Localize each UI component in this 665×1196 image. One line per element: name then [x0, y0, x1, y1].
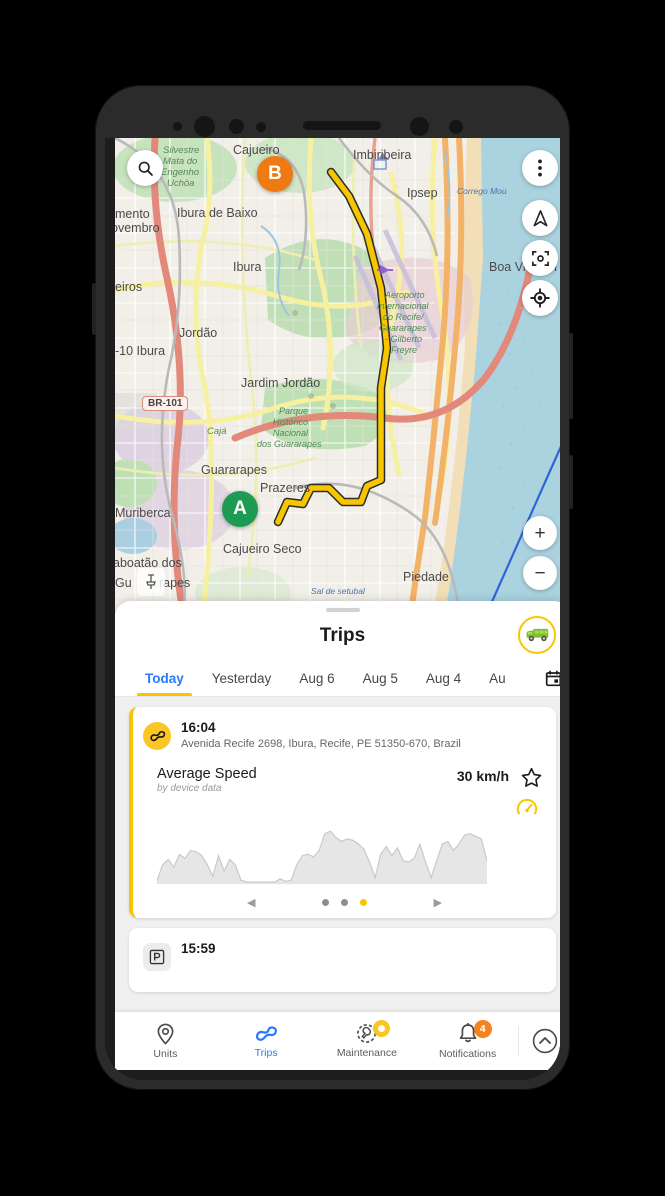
vehicle-icon — [526, 628, 549, 642]
map-zoom-out-button[interactable]: − — [523, 556, 557, 590]
favorite-star-button[interactable] — [521, 767, 542, 793]
trip-card-header: 16:04 Avenida Recife 2698, Ibura, Recife… — [133, 707, 556, 750]
carousel-prev-button[interactable]: ◀ — [243, 896, 259, 909]
notifications-badge: 4 — [473, 1020, 492, 1038]
trip-header-text: 15:59 — [181, 941, 216, 971]
trip-time: 16:04 — [181, 720, 216, 735]
metric-label-group: Average Speed by device data — [157, 766, 457, 794]
map-marker-a[interactable]: A — [222, 491, 258, 527]
phone-power-button[interactable] — [569, 455, 573, 509]
nav-label-notifications: Notifications — [439, 1047, 497, 1060]
map-locate-button[interactable] — [522, 280, 558, 316]
star-outline-icon — [521, 767, 542, 787]
tab-yesterday[interactable]: Yesterday — [198, 660, 286, 696]
calendar-icon — [545, 670, 560, 686]
earpiece-speaker — [303, 121, 381, 130]
nav-item-notifications[interactable]: 4 Notifications — [417, 1012, 518, 1070]
route-icon — [256, 1025, 278, 1041]
phone-frame: Silvestre Mata do Engenho Uchôa Cajueiro Imbi… — [92, 85, 573, 1090]
date-tabs[interactable]: Today Yesterday Aug 6 Aug 5 Aug 4 Au — [115, 660, 560, 697]
map-marker-b-label: B — [268, 163, 282, 184]
speed-chart-canvas — [156, 830, 488, 884]
tab-au[interactable]: Au — [475, 660, 520, 696]
sheet-header: Trips — [115, 612, 560, 660]
map-marker-a-label: A — [233, 498, 247, 519]
highway-shield-br101: BR-101 — [142, 396, 189, 411]
tab-today[interactable]: Today — [131, 660, 198, 696]
page-title: Trips — [319, 625, 366, 646]
location-pin-icon — [157, 1023, 174, 1045]
nav-item-maintenance[interactable]: Maintenance — [317, 1012, 418, 1070]
trip-card[interactable]: 16:04 Avenida Recife 2698, Ibura, Recife… — [129, 707, 556, 918]
phone-left-button[interactable] — [92, 283, 96, 335]
map-view[interactable]: Silvestre Mata do Engenho Uchôa Cajueiro Imbi… — [115, 138, 560, 613]
nav-item-trips[interactable]: Trips — [216, 1012, 317, 1070]
more-vertical-icon — [538, 159, 542, 177]
nav-label-maintenance: Maintenance — [336, 1047, 397, 1059]
trips-bottom-sheet[interactable]: Trips Today Yesterday Aug 6 Aug 5 Aug 4 … — [115, 601, 560, 1070]
nav-label-units: Units — [153, 1047, 178, 1060]
speedometer-icon — [516, 798, 538, 815]
navigation-arrow-icon — [533, 209, 547, 226]
search-icon — [138, 161, 153, 176]
trip-card[interactable]: 15:59 — [129, 928, 556, 992]
carousel-dot-active[interactable] — [360, 899, 367, 906]
trip-card-header: 15:59 — [129, 928, 556, 971]
trip-header-text: 16:04 Avenida Recife 2698, Ibura, Recife… — [181, 720, 461, 750]
chevron-up-circle-icon — [532, 1028, 557, 1054]
sensor-dot-5 — [449, 120, 463, 134]
map-compass-button[interactable] — [522, 200, 558, 236]
trip-type-badge — [143, 722, 171, 750]
pin-icon — [146, 574, 156, 589]
phone-volume-button[interactable] — [569, 333, 573, 419]
trip-address: Avenida Recife 2698, Ibura, Recife, PE 5… — [181, 738, 461, 750]
parking-badge — [143, 943, 171, 971]
maintenance-badge — [372, 1020, 390, 1037]
trip-metric-row: Average Speed by device data 30 km/h — [133, 750, 556, 794]
calendar-picker-button[interactable] — [536, 660, 560, 696]
map-canvas — [115, 138, 560, 613]
expand-sheet-button[interactable] — [518, 1026, 560, 1056]
nav-item-units[interactable]: Units — [115, 1012, 216, 1070]
my-location-icon — [530, 288, 550, 308]
carousel-next-button[interactable]: ▶ — [430, 896, 446, 909]
phone-top-bezel — [105, 95, 560, 138]
tab-aug-4[interactable]: Aug 4 — [412, 660, 475, 696]
trip-time: 15:59 — [181, 941, 216, 956]
metric-value: 30 km/h — [456, 768, 509, 784]
gauge-row — [133, 794, 556, 820]
metric-name: Average Speed — [157, 766, 257, 782]
speed-chart — [133, 820, 556, 889]
unit-avatar[interactable] — [518, 616, 556, 654]
sensor-dot-1 — [173, 122, 182, 131]
sensor-dot-3 — [256, 122, 266, 132]
map-zoom-in-button[interactable]: + — [523, 516, 557, 550]
zoom-in-icon: + — [534, 522, 546, 544]
phone-screen: Silvestre Mata do Engenho Uchôa Cajueiro Imbi… — [115, 138, 560, 1070]
tab-aug-5[interactable]: Aug 5 — [349, 660, 412, 696]
map-search-button[interactable] — [127, 150, 163, 186]
bottom-navigation[interactable]: Units Trips Maintenance 4 Notifications — [115, 1012, 560, 1070]
parking-icon — [149, 949, 165, 965]
sensor-dot-4 — [410, 117, 429, 136]
map-more-menu-button[interactable] — [522, 150, 558, 186]
map-fit-bounds-button[interactable] — [522, 240, 558, 276]
metric-carousel[interactable]: ◀ ▶ — [133, 889, 556, 918]
metric-source: by device data — [157, 783, 222, 794]
carousel-dot[interactable] — [322, 899, 329, 906]
tab-aug-6[interactable]: Aug 6 — [285, 660, 348, 696]
route-icon — [149, 730, 165, 741]
nav-label-trips: Trips — [254, 1046, 278, 1059]
carousel-dot[interactable] — [341, 899, 348, 906]
phone-inner: Silvestre Mata do Engenho Uchôa Cajueiro Imbi… — [105, 95, 560, 1080]
map-pin-marker[interactable] — [137, 568, 165, 596]
zoom-out-icon: − — [534, 562, 546, 584]
fit-bounds-icon — [531, 250, 549, 266]
front-camera — [194, 116, 215, 137]
map-marker-b[interactable]: B — [257, 156, 293, 192]
screenshot-root: Silvestre Mata do Engenho Uchôa Cajueiro Imbi… — [0, 0, 665, 1196]
sensor-dot-2 — [229, 119, 244, 134]
